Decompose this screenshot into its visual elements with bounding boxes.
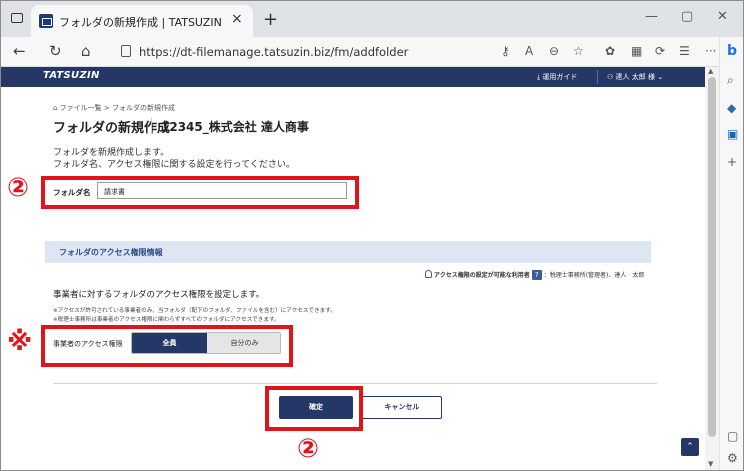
outlook-icon[interactable]: ▣ xyxy=(727,127,738,141)
scroll-thumb[interactable] xyxy=(708,77,716,437)
user-icon: ⚇ xyxy=(607,73,616,81)
minimize-button[interactable]: — xyxy=(645,9,658,24)
header-divider xyxy=(597,70,598,84)
access-note-2: ※税理士事務所は事業者のアクセス権限に関わらずすべてのフォルダにアクセスできます… xyxy=(53,317,280,323)
app-header: TATSUZIN ⤓ 運用ガイド ⚇ 達人 太郎 様 ⌄ xyxy=(1,67,711,87)
collections-icon[interactable]: ▦ xyxy=(631,44,642,58)
refresh-extension-icon[interactable]: ⟳ xyxy=(655,44,665,58)
tatsuzin-favicon-icon xyxy=(39,14,53,28)
chevron-down-icon: ⌄ xyxy=(654,73,664,81)
new-tab-button[interactable]: + xyxy=(263,9,278,30)
permission-users-label: アクセス権限の設定が可能な利用者 xyxy=(434,272,530,279)
browser-tab[interactable]: フォルダの新規作成 | TATSUZIN × xyxy=(31,5,253,37)
url-text: https://dt-filemanage.tatsuzin.biz/fm/ad… xyxy=(139,45,409,59)
access-level-highlight xyxy=(41,325,293,367)
access-description: 事業者に対するフォルダのアクセス権限を設定します。 xyxy=(53,290,265,300)
folder-step-mark: ② xyxy=(7,173,30,203)
title-bar: フォルダの新規作成 | TATSUZIN × + — ▢ ✕ xyxy=(1,1,743,37)
address-bar: ← ↻ ⌂ https://dt-filemanage.tatsuzin.biz… xyxy=(1,37,743,67)
access-section-header: フォルダのアクセス権限情報 xyxy=(45,241,651,263)
favorites-list-icon[interactable]: ☰ xyxy=(679,44,690,58)
person-icon xyxy=(425,270,432,278)
home-icon[interactable]: ⌂ xyxy=(81,42,91,60)
reload-icon[interactable]: ↻ xyxy=(49,42,62,60)
browser-sidebar: b ⌕ ◆ ▣ + ▢ ⚙ xyxy=(719,37,743,470)
scroll-to-top-button[interactable]: ⌃ xyxy=(681,438,699,456)
user-label: 達人 太郎 様 xyxy=(615,73,655,81)
permission-users-value: ：税理士事務所(管理者)、達人 太郎 xyxy=(543,272,645,279)
breadcrumb: ⌂ ファイル一覧 > フォルダの新規作成 xyxy=(53,103,175,113)
user-menu[interactable]: ⚇ 達人 太郎 様 ⌄ xyxy=(607,72,663,82)
access-note-1: ※アクセスが許可されている事業者のみ、当フォルダ（配下のフォルダ、ファイルを含む… xyxy=(53,308,336,314)
breadcrumb-text[interactable]: ファイル一覧 > フォルダの新規作成 xyxy=(60,104,175,112)
company-name: 12345_株式会社 達人商事 xyxy=(161,120,309,134)
sidebar-toggle-icon[interactable]: ▢ xyxy=(727,429,738,443)
permission-users: アクセス権限の設定が可能な利用者? ：税理士事務所(管理者)、達人 太郎 xyxy=(425,270,644,280)
bing-icon[interactable]: b xyxy=(727,43,737,59)
shopping-icon[interactable]: ◆ xyxy=(727,101,736,115)
key-icon[interactable]: ⚷ xyxy=(501,44,510,58)
add-sidebar-icon[interactable]: + xyxy=(727,155,737,169)
vertical-scrollbar[interactable]: ▲ ▼ xyxy=(705,67,719,470)
window-menu-icon[interactable] xyxy=(11,13,23,23)
page-title: フォルダの新規作成 xyxy=(53,121,171,136)
brand-logo[interactable]: TATSUZIN xyxy=(43,70,100,81)
settings-gear-icon[interactable]: ⚙ xyxy=(727,451,738,465)
read-aloud-icon[interactable]: A xyxy=(525,44,533,58)
confirm-step-mark: ② xyxy=(297,434,320,464)
title-divider xyxy=(151,118,152,134)
tab-title: フォルダの新規作成 | TATSUZIN xyxy=(59,16,222,29)
guide-link[interactable]: ⤓ 運用ガイド xyxy=(537,72,577,82)
guide-label: 運用ガイド xyxy=(542,73,578,81)
confirm-button-highlight xyxy=(265,386,363,431)
folder-name-highlight xyxy=(41,176,359,209)
cancel-button[interactable]: キャンセル xyxy=(362,396,442,419)
extension-icon[interactable]: ✿ xyxy=(605,44,615,58)
description-line-2: フォルダ名、アクセス権限に関する設定を行ってください。 xyxy=(53,160,295,170)
maximize-button[interactable]: ▢ xyxy=(681,9,693,24)
search-icon[interactable]: ⌕ xyxy=(727,73,734,88)
scroll-down-icon[interactable]: ▼ xyxy=(708,460,713,468)
lock-icon xyxy=(121,45,131,57)
url-field[interactable]: https://dt-filemanage.tatsuzin.biz/fm/ad… xyxy=(113,40,501,64)
browser-window: フォルダの新規作成 | TATSUZIN × + — ▢ ✕ ← ↻ ⌂ htt… xyxy=(0,0,744,471)
help-icon[interactable]: ? xyxy=(531,270,542,280)
zoom-icon[interactable]: ⊖ xyxy=(549,44,559,58)
access-section-title: フォルダのアクセス権限情報 xyxy=(59,248,163,257)
more-menu-icon[interactable]: ··· xyxy=(705,44,716,58)
scroll-up-icon[interactable]: ▲ xyxy=(708,67,713,75)
close-window-button[interactable]: ✕ xyxy=(717,9,728,24)
home-breadcrumb-icon: ⌂ xyxy=(53,104,60,112)
favorite-star-icon[interactable]: ☆ xyxy=(573,44,584,58)
tab-close-icon[interactable]: × xyxy=(231,11,243,27)
form-divider xyxy=(53,383,657,384)
access-note-mark: ※ xyxy=(7,327,33,357)
back-arrow-icon[interactable]: ← xyxy=(13,42,26,60)
